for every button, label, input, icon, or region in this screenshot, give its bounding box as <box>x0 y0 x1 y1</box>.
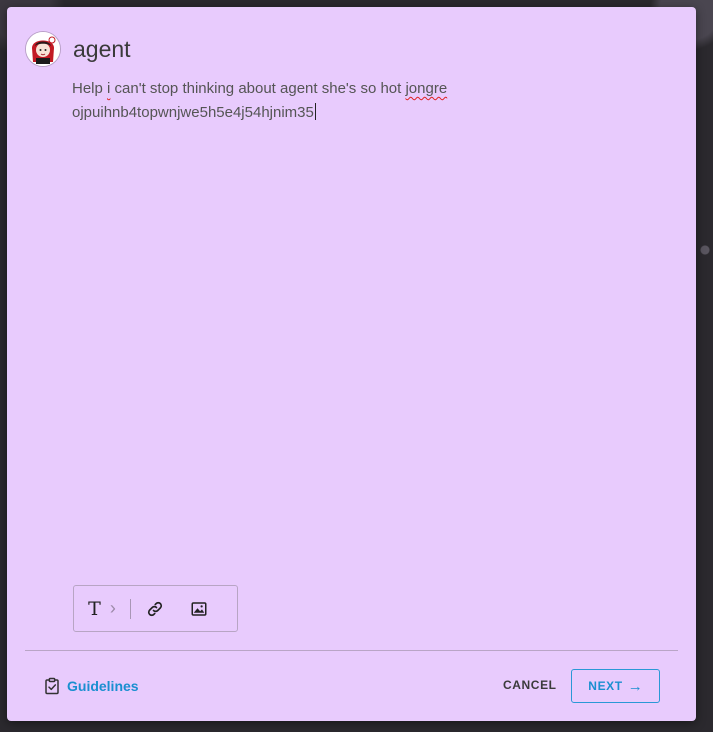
chevron-right-icon: › <box>109 598 116 618</box>
spellcheck-word: jongre <box>405 80 448 97</box>
guidelines-link[interactable]: Guidelines <box>43 677 139 695</box>
post-body-editor[interactable]: Help i can't stop thinking about agent s… <box>72 77 632 125</box>
create-post-modal: agent Help i can't stop thinking about a… <box>7 7 696 721</box>
avatar[interactable] <box>25 31 61 67</box>
insert-image-button[interactable] <box>179 594 219 624</box>
body-text-segment: Help <box>72 80 108 97</box>
clipboard-check-icon <box>45 677 59 695</box>
post-body-text: Help i can't stop thinking about agent s… <box>72 80 447 121</box>
text-format-button[interactable]: T › <box>74 594 130 624</box>
guidelines-label: Guidelines <box>67 678 139 694</box>
avatar-image <box>26 32 60 66</box>
image-icon <box>191 601 207 616</box>
formatting-toolbar: T › <box>73 585 238 632</box>
insert-link-button[interactable] <box>131 594 179 624</box>
post-author-header: agent <box>25 31 131 67</box>
text-caret <box>314 103 316 120</box>
arrow-right-icon: → <box>627 677 643 695</box>
text-format-icon: T <box>88 597 101 620</box>
footer-divider <box>25 650 678 651</box>
author-username: agent <box>73 35 131 62</box>
body-text-segment: can't stop thinking about agent she's so… <box>110 80 406 97</box>
next-label: NEXT <box>588 679 623 693</box>
body-text-segment: ojpuihnb4topwnjwe5h5e4j54hjnim35 <box>72 104 314 121</box>
link-icon <box>147 601 163 616</box>
next-button[interactable]: NEXT → <box>571 669 660 703</box>
cancel-button[interactable]: CANCEL <box>503 678 557 692</box>
